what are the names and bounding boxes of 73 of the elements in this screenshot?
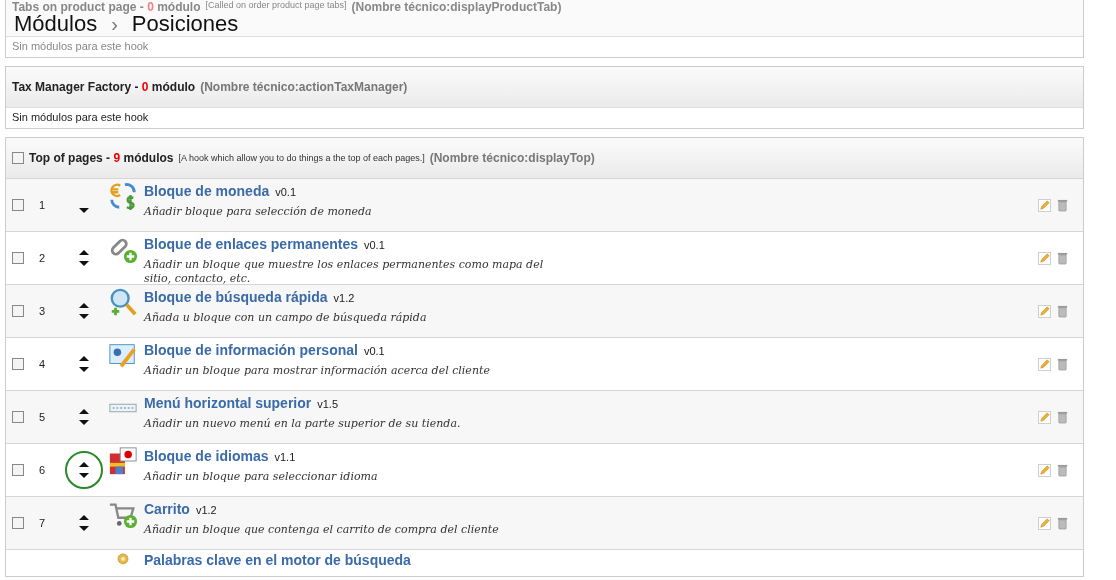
module-version: v1.5 — [317, 398, 339, 410]
delete-icon[interactable] — [1056, 410, 1069, 424]
hook-description: [Called on order product page tabs] — [205, 0, 347, 10]
module-version: v1.2 — [195, 504, 217, 516]
breadcrumb-item[interactable]: Módulos — [14, 12, 98, 36]
checkbox[interactable] — [12, 411, 24, 423]
module-name[interactable]: Menú horizontal superior — [144, 395, 312, 411]
position-number: 5 — [37, 411, 47, 423]
checkbox[interactable] — [12, 464, 24, 476]
move-arrows-icon[interactable] — [78, 247, 90, 269]
delete-icon[interactable] — [1056, 198, 1069, 212]
module-name[interactable]: Bloque de moneda — [144, 183, 270, 199]
module-description: Añadir un bloque que muestre los enlaces permanentes como mapa del sitio, contacto, etc. — [144, 258, 545, 286]
currency-exchange-icon — [108, 181, 138, 211]
position-number: 3 — [37, 305, 47, 317]
hook-description: [A hook which allow you to do things a the top of each pages.] — [178, 153, 425, 163]
module-version: v0.1 — [363, 345, 385, 357]
technical-name: (Nombre técnico:displayProductTab) — [351, 0, 562, 14]
checkbox[interactable] — [12, 358, 24, 370]
edit-icon[interactable] — [1038, 198, 1051, 212]
edit-icon[interactable] — [1038, 304, 1051, 318]
move-arrows-icon[interactable] — [78, 300, 90, 322]
module-name[interactable]: Bloque de información personal — [144, 342, 358, 358]
checkbox[interactable] — [12, 517, 24, 529]
delete-icon[interactable] — [1056, 463, 1069, 477]
hook-title: Tabs on product page - 0 módulo — [12, 0, 201, 14]
module-name[interactable]: Bloque de búsqueda rápida — [144, 289, 328, 305]
module-name[interactable]: Bloque de idiomas — [144, 448, 269, 464]
module-description: Añadir un bloque que contenga el carrito de compra del cliente — [144, 523, 500, 537]
delete-icon[interactable] — [1056, 516, 1069, 530]
module-description: Añadir un bloque para mostrar información acerca del cliente — [144, 364, 491, 378]
module-description: Añadir un bloque para seleccionar idioma — [144, 470, 379, 484]
module-description: Añadir un nuevo menú en la parte superior de su tienda. — [144, 417, 462, 431]
edit-icon[interactable] — [1038, 463, 1051, 477]
move-arrows-icon[interactable] — [78, 353, 90, 375]
hook-title: Tax Manager Factory - 0 módulo — [12, 80, 196, 94]
delete-icon[interactable] — [1056, 251, 1069, 265]
module-version: v0.1 — [363, 239, 385, 251]
hook-title: Top of pages - 9 módulos — [29, 151, 174, 165]
position-number: 1 — [37, 199, 47, 211]
magnifier-icon — [108, 287, 138, 317]
delete-icon[interactable] — [1056, 357, 1069, 371]
delete-icon[interactable] — [1056, 304, 1069, 318]
module-name[interactable]: Palabras clave en el motor de búsqueda — [144, 552, 411, 568]
empty-message: Sin módulos para este hook — [6, 36, 1083, 57]
empty-message: Sin módulos para este hook — [6, 107, 1083, 128]
position-number: 6 — [37, 464, 47, 476]
breadcrumb-separator: › — [111, 13, 118, 36]
module-version: v1.2 — [333, 292, 355, 304]
module-version: v1.1 — [274, 451, 296, 463]
checkbox[interactable] — [12, 152, 24, 164]
module-name[interactable]: Bloque de enlaces permanentes — [144, 236, 358, 252]
edit-icon[interactable] — [1038, 516, 1051, 530]
technical-name: (Nombre técnico:displayTop) — [429, 151, 595, 165]
module-description: Añada u bloque con un campo de búsqueda rápida — [144, 311, 428, 325]
flags-icon — [108, 446, 138, 476]
move-arrows-icon[interactable] — [78, 512, 90, 534]
position-number: 2 — [37, 252, 47, 264]
move-arrows-icon[interactable] — [65, 451, 103, 489]
module-description: Añadir bloque para selección de moneda — [144, 205, 373, 219]
checkbox[interactable] — [12, 199, 24, 211]
position-number: 7 — [37, 517, 47, 529]
edit-icon[interactable] — [1038, 357, 1051, 371]
module-version: v0.1 — [275, 186, 297, 198]
edit-icon[interactable] — [1038, 410, 1051, 424]
position-number: 4 — [37, 358, 47, 370]
move-arrows-icon[interactable] — [78, 406, 90, 428]
checkbox[interactable] — [12, 305, 24, 317]
technical-name: (Nombre técnico:actionTaxManager) — [200, 80, 408, 94]
breadcrumb-item[interactable]: Posiciones — [131, 12, 239, 36]
edit-icon[interactable] — [1038, 251, 1051, 265]
module-name[interactable]: Carrito — [144, 501, 190, 517]
checkbox[interactable] — [12, 252, 24, 264]
